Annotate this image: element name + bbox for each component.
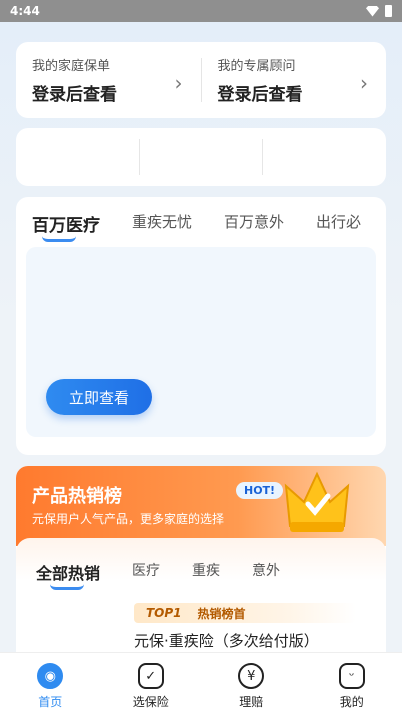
status-bar: 4:44 bbox=[0, 0, 402, 22]
policy-card: 我的家庭保单 登录后查看 › 我的专属顾问 登录后查看 › bbox=[16, 42, 386, 118]
family-policy-entry[interactable]: 我的家庭保单 登录后查看 › bbox=[16, 55, 201, 105]
tab-accident[interactable]: 意外 bbox=[252, 560, 280, 584]
nav-home[interactable]: ◉ 首页 bbox=[0, 653, 101, 716]
wifi-icon bbox=[366, 5, 379, 17]
tab-travel[interactable]: 出行必 bbox=[316, 211, 361, 236]
hot-tabs: 全部热销 医疗 重疾 意外 bbox=[36, 560, 312, 590]
nav-label: 理赔 bbox=[239, 695, 264, 709]
tab-label: 医疗 bbox=[132, 563, 161, 579]
home-shield-icon: ◉ bbox=[37, 663, 64, 689]
hot-title: 产品热销榜 bbox=[32, 486, 122, 507]
tab-label: 全部热销 bbox=[36, 564, 101, 583]
tab-label: 重疾 bbox=[192, 563, 221, 579]
view-now-button[interactable]: 立即查看 bbox=[46, 379, 152, 415]
yuan-icon: ¥ bbox=[238, 663, 265, 689]
battery-icon bbox=[385, 5, 392, 17]
nav-label: 我的 bbox=[339, 695, 364, 709]
nav-label: 选保险 bbox=[132, 695, 169, 709]
quick-entry-slot[interactable] bbox=[140, 139, 263, 175]
top-rank-label: 热销榜首 bbox=[197, 606, 246, 621]
nav-label: 首页 bbox=[38, 695, 63, 709]
quick-entry-card bbox=[16, 128, 386, 186]
product-card: 百万医疗 重疾无忧 百万意外 出行必 立即查看 bbox=[16, 197, 386, 455]
hot-sales-card: 产品热销榜 元保用户人气产品，更多家庭的选择 HOT! 全部热销 医疗 重疾 意… bbox=[16, 466, 386, 666]
product-tabs: 百万医疗 重疾无忧 百万意外 出行必 bbox=[32, 211, 386, 242]
tab-label: 百万医疗 bbox=[32, 216, 100, 236]
tab-critical[interactable]: 重疾 bbox=[192, 560, 220, 584]
tab-medical[interactable]: 医疗 bbox=[132, 560, 160, 584]
tab-label: 意外 bbox=[252, 563, 281, 579]
product-name[interactable]: 元保·重疾险（多次给付版） bbox=[134, 630, 319, 651]
chevron-right-icon: › bbox=[174, 71, 183, 95]
status-time: 4:44 bbox=[10, 4, 40, 18]
nav-choose-insurance[interactable]: ✓ 选保险 bbox=[101, 653, 202, 716]
nav-claims[interactable]: ¥ 理赔 bbox=[201, 653, 302, 716]
crown-icon bbox=[284, 471, 350, 532]
quick-entry-slot[interactable] bbox=[16, 139, 139, 175]
tab-label: 百万意外 bbox=[224, 213, 285, 231]
tab-underline bbox=[50, 584, 84, 590]
quick-entry-slot[interactable] bbox=[263, 139, 386, 175]
tab-label: 重疾无忧 bbox=[132, 213, 193, 231]
top-rank-tag: TOP1 热销榜首 bbox=[134, 603, 356, 623]
tab-all-hot[interactable]: 全部热销 bbox=[36, 560, 101, 590]
tab-million-medical[interactable]: 百万医疗 bbox=[32, 211, 100, 242]
face-icon: ᵕ bbox=[338, 663, 365, 689]
bottom-nav: ◉ 首页 ✓ 选保险 ¥ 理赔 ᵕ 我的 bbox=[0, 652, 402, 716]
hot-banner: 产品热销榜 元保用户人气产品，更多家庭的选择 HOT! bbox=[16, 466, 386, 546]
top1-label: TOP1 bbox=[146, 606, 182, 620]
tab-million-accident[interactable]: 百万意外 bbox=[224, 211, 284, 236]
tab-underline bbox=[42, 236, 76, 242]
tab-critical-illness[interactable]: 重疾无忧 bbox=[132, 211, 192, 236]
tab-label: 出行必 bbox=[316, 213, 362, 231]
hot-badge: HOT! bbox=[236, 482, 284, 499]
advisor-entry[interactable]: 我的专属顾问 登录后查看 › bbox=[202, 55, 387, 105]
hot-subtitle: 元保用户人气产品，更多家庭的选择 bbox=[32, 512, 225, 526]
nav-mine[interactable]: ᵕ 我的 bbox=[302, 653, 402, 716]
product-panel: 立即查看 bbox=[26, 247, 376, 437]
chevron-right-icon: › bbox=[360, 71, 368, 95]
shield-check-icon: ✓ bbox=[137, 663, 164, 689]
